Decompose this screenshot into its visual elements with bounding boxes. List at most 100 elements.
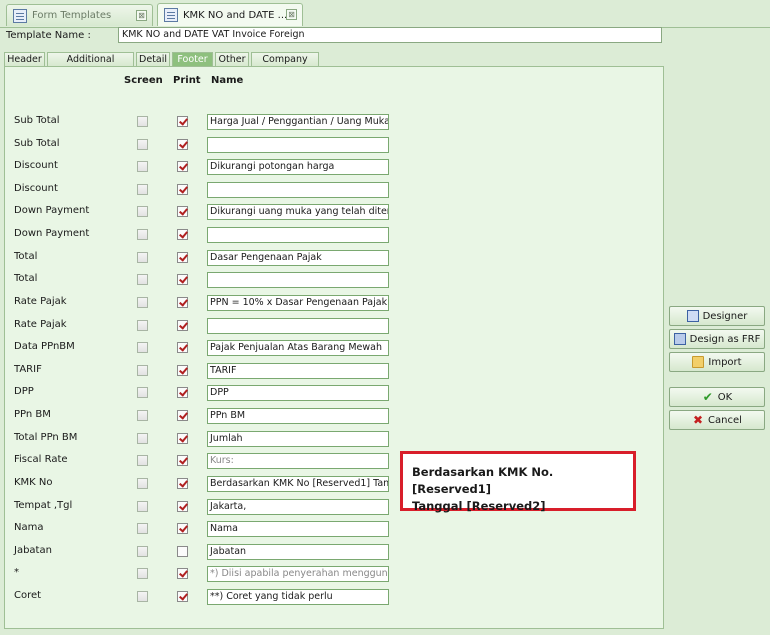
- screen-checkbox[interactable]: [137, 116, 148, 127]
- print-checkbox[interactable]: [177, 501, 188, 512]
- name-input[interactable]: Jabatan: [207, 544, 389, 560]
- screen-checkbox[interactable]: [137, 229, 148, 240]
- screen-checkbox[interactable]: [137, 342, 148, 353]
- tab-footer[interactable]: Footer: [172, 52, 213, 67]
- screen-checkbox[interactable]: [137, 568, 148, 579]
- screen-checkbox[interactable]: [137, 139, 148, 150]
- name-input[interactable]: Kurs:: [207, 453, 389, 469]
- designer-button[interactable]: Designer: [669, 306, 765, 326]
- ok-button[interactable]: ✔ OK: [669, 387, 765, 407]
- import-button-label: Import: [708, 356, 742, 368]
- print-checkbox[interactable]: [177, 546, 188, 557]
- name-input[interactable]: Dikurangi potongan harga: [207, 159, 389, 175]
- row-label: DPP: [14, 386, 34, 397]
- screen-checkbox[interactable]: [137, 501, 148, 512]
- print-checkbox[interactable]: [177, 523, 188, 534]
- name-input[interactable]: *) Diisi apabila penyerahan menggunakan …: [207, 566, 389, 582]
- cancel-button[interactable]: ✖ Cancel: [669, 410, 765, 430]
- name-input[interactable]: DPP: [207, 385, 389, 401]
- name-input[interactable]: Dasar Pengenaan Pajak: [207, 250, 389, 266]
- close-icon[interactable]: ⊠: [286, 9, 297, 20]
- screen-checkbox[interactable]: [137, 297, 148, 308]
- print-checkbox[interactable]: [177, 365, 188, 376]
- print-checkbox[interactable]: [177, 116, 188, 127]
- ok-button-label: OK: [717, 391, 733, 403]
- close-icon[interactable]: ⊠: [136, 10, 147, 21]
- print-checkbox[interactable]: [177, 320, 188, 331]
- screen-checkbox[interactable]: [137, 410, 148, 421]
- print-checkbox[interactable]: [177, 342, 188, 353]
- screen-checkbox[interactable]: [137, 252, 148, 263]
- print-checkbox[interactable]: [177, 206, 188, 217]
- template-name-input[interactable]: KMK NO and DATE VAT Invoice Foreign: [118, 27, 662, 43]
- print-checkbox[interactable]: [177, 455, 188, 466]
- screen-checkbox[interactable]: [137, 161, 148, 172]
- print-checkbox[interactable]: [177, 161, 188, 172]
- name-input[interactable]: Jakarta,: [207, 499, 389, 515]
- screen-checkbox[interactable]: [137, 206, 148, 217]
- print-checkbox[interactable]: [177, 229, 188, 240]
- print-checkbox[interactable]: [177, 297, 188, 308]
- designer-button-label: Designer: [702, 310, 748, 322]
- name-input[interactable]: [207, 318, 389, 334]
- form-icon: [164, 8, 178, 22]
- cancel-button-label: Cancel: [708, 414, 742, 426]
- name-input[interactable]: [207, 137, 389, 153]
- screen-checkbox[interactable]: [137, 523, 148, 534]
- import-button[interactable]: Import: [669, 352, 765, 372]
- name-input[interactable]: [207, 227, 389, 243]
- row-label: Nama: [14, 522, 44, 533]
- doc-tab-form-templates[interactable]: Form Templates ⊠: [6, 4, 153, 26]
- screen-checkbox[interactable]: [137, 455, 148, 466]
- column-header-name: Name: [211, 75, 244, 86]
- name-input[interactable]: PPN = 10% x Dasar Pengenaan Pajak: [207, 295, 389, 311]
- name-input[interactable]: Harga Jual / Penggantian / Uang Muka / T…: [207, 114, 389, 130]
- screen-checkbox[interactable]: [137, 591, 148, 602]
- column-header-print: Print: [173, 75, 201, 86]
- designer-icon: [686, 310, 699, 322]
- name-input[interactable]: Pajak Penjualan Atas Barang Mewah: [207, 340, 389, 356]
- print-checkbox[interactable]: [177, 252, 188, 263]
- name-input[interactable]: Nama: [207, 521, 389, 537]
- print-checkbox[interactable]: [177, 184, 188, 195]
- name-input[interactable]: **) Coret yang tidak perlu: [207, 589, 389, 605]
- row-label: *: [14, 567, 19, 578]
- screen-checkbox[interactable]: [137, 184, 148, 195]
- name-input[interactable]: TARIF: [207, 363, 389, 379]
- screen-checkbox[interactable]: [137, 546, 148, 557]
- print-checkbox[interactable]: [177, 387, 188, 398]
- row-label: Coret: [14, 590, 42, 601]
- cross-icon: ✖: [693, 413, 704, 427]
- screen-checkbox[interactable]: [137, 387, 148, 398]
- screen-checkbox[interactable]: [137, 433, 148, 444]
- print-checkbox[interactable]: [177, 591, 188, 602]
- doc-tab-kmk-no[interactable]: KMK NO and DATE ... ⊠: [157, 3, 303, 26]
- name-input[interactable]: PPn BM: [207, 408, 389, 424]
- print-checkbox[interactable]: [177, 274, 188, 285]
- name-input[interactable]: Berdasarkan KMK No [Reserved1] Tanggal […: [207, 476, 389, 492]
- tab-header[interactable]: Header: [4, 52, 45, 67]
- tab-detail[interactable]: Detail: [136, 52, 170, 67]
- tab-other[interactable]: Other: [215, 52, 249, 67]
- name-input[interactable]: Dikurangi uang muka yang telah diterima: [207, 204, 389, 220]
- screen-checkbox[interactable]: [137, 478, 148, 489]
- callout-box: Berdasarkan KMK No. [Reserved1] Tanggal …: [400, 451, 636, 513]
- screen-checkbox[interactable]: [137, 274, 148, 285]
- print-checkbox[interactable]: [177, 410, 188, 421]
- design-frf-button-label: Design as FRF: [689, 333, 761, 345]
- print-checkbox[interactable]: [177, 568, 188, 579]
- screen-checkbox[interactable]: [137, 320, 148, 331]
- row-label: Data PPnBM: [14, 341, 75, 352]
- row-label: Sub Total: [14, 115, 60, 126]
- design-as-frf-button[interactable]: Design as FRF: [669, 329, 765, 349]
- print-checkbox[interactable]: [177, 139, 188, 150]
- print-checkbox[interactable]: [177, 478, 188, 489]
- name-input[interactable]: [207, 272, 389, 288]
- doc-tab-label: Form Templates: [32, 10, 112, 21]
- name-input[interactable]: Jumlah: [207, 431, 389, 447]
- tab-company-info[interactable]: Company Info: [251, 52, 319, 79]
- tab-additional-header[interactable]: Additional Header: [47, 52, 134, 79]
- print-checkbox[interactable]: [177, 433, 188, 444]
- name-input[interactable]: [207, 182, 389, 198]
- screen-checkbox[interactable]: [137, 365, 148, 376]
